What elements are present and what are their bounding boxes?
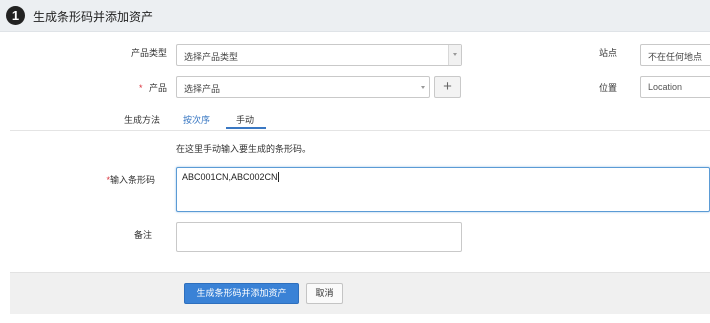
barcode-hint: 在这里手动输入要生成的条形码。 bbox=[176, 144, 312, 154]
required-marker: * bbox=[138, 83, 143, 93]
product-value: 选择产品 bbox=[184, 84, 221, 94]
location-input[interactable]: Location bbox=[640, 76, 710, 98]
active-tab-indicator bbox=[226, 127, 266, 129]
method-label-text: 生成方法 bbox=[123, 115, 160, 125]
location-label-text: 位置 bbox=[598, 83, 617, 93]
section-header: 1 生成条形码并添加资产 bbox=[0, 0, 710, 32]
product-type-value: 选择产品类型 bbox=[184, 52, 239, 62]
chevron-down-icon bbox=[421, 86, 425, 89]
notes-label-text: 备注 bbox=[133, 230, 152, 240]
plus-icon: + bbox=[443, 78, 452, 95]
text-cursor bbox=[277, 172, 279, 182]
form-footer bbox=[10, 272, 710, 314]
product-label-text: 产品 bbox=[148, 83, 167, 93]
product-type-select[interactable]: 选择产品类型 bbox=[176, 44, 462, 66]
tab-manual[interactable]: 手动 bbox=[236, 113, 254, 126]
chevron-down-icon bbox=[453, 53, 457, 56]
barcode-label-text: 输入条形码 bbox=[109, 175, 155, 185]
step-number-icon: 1 bbox=[6, 6, 25, 25]
cancel-button[interactable]: 取消 bbox=[306, 283, 343, 304]
site-label-text: 站点 bbox=[598, 48, 617, 58]
barcode-text-wrap: ABC001CN,ABC002CN bbox=[182, 172, 279, 182]
product-type-label-text: 产品类型 bbox=[130, 48, 167, 58]
barcode-label: *输入条形码 bbox=[90, 173, 155, 186]
product-type-label: 产品类型 bbox=[110, 46, 167, 59]
notes-label: 备注 bbox=[110, 228, 152, 241]
site-select[interactable]: 不在任何地点 bbox=[640, 44, 710, 66]
location-label: 位置 bbox=[585, 81, 617, 94]
method-label: 生成方法 bbox=[110, 113, 160, 126]
tab-divider bbox=[10, 130, 710, 131]
product-type-dropdown-button[interactable] bbox=[448, 45, 461, 65]
notes-input[interactable] bbox=[176, 222, 462, 252]
tab-sequential[interactable]: 按次序 bbox=[183, 113, 210, 126]
site-label: 站点 bbox=[585, 46, 617, 59]
barcode-textarea[interactable]: ABC001CN,ABC002CN bbox=[176, 167, 710, 212]
product-label: * 产品 bbox=[110, 81, 167, 94]
location-placeholder: Location bbox=[648, 82, 683, 92]
site-value: 不在任何地点 bbox=[648, 52, 703, 62]
product-select[interactable]: 选择产品 bbox=[176, 76, 430, 98]
generate-and-add-button[interactable]: 生成条形码并添加资产 bbox=[184, 283, 299, 304]
add-product-button[interactable]: + bbox=[434, 76, 461, 98]
section-title: 生成条形码并添加资产 bbox=[33, 10, 154, 24]
barcode-value: ABC001CN,ABC002CN bbox=[182, 172, 278, 182]
